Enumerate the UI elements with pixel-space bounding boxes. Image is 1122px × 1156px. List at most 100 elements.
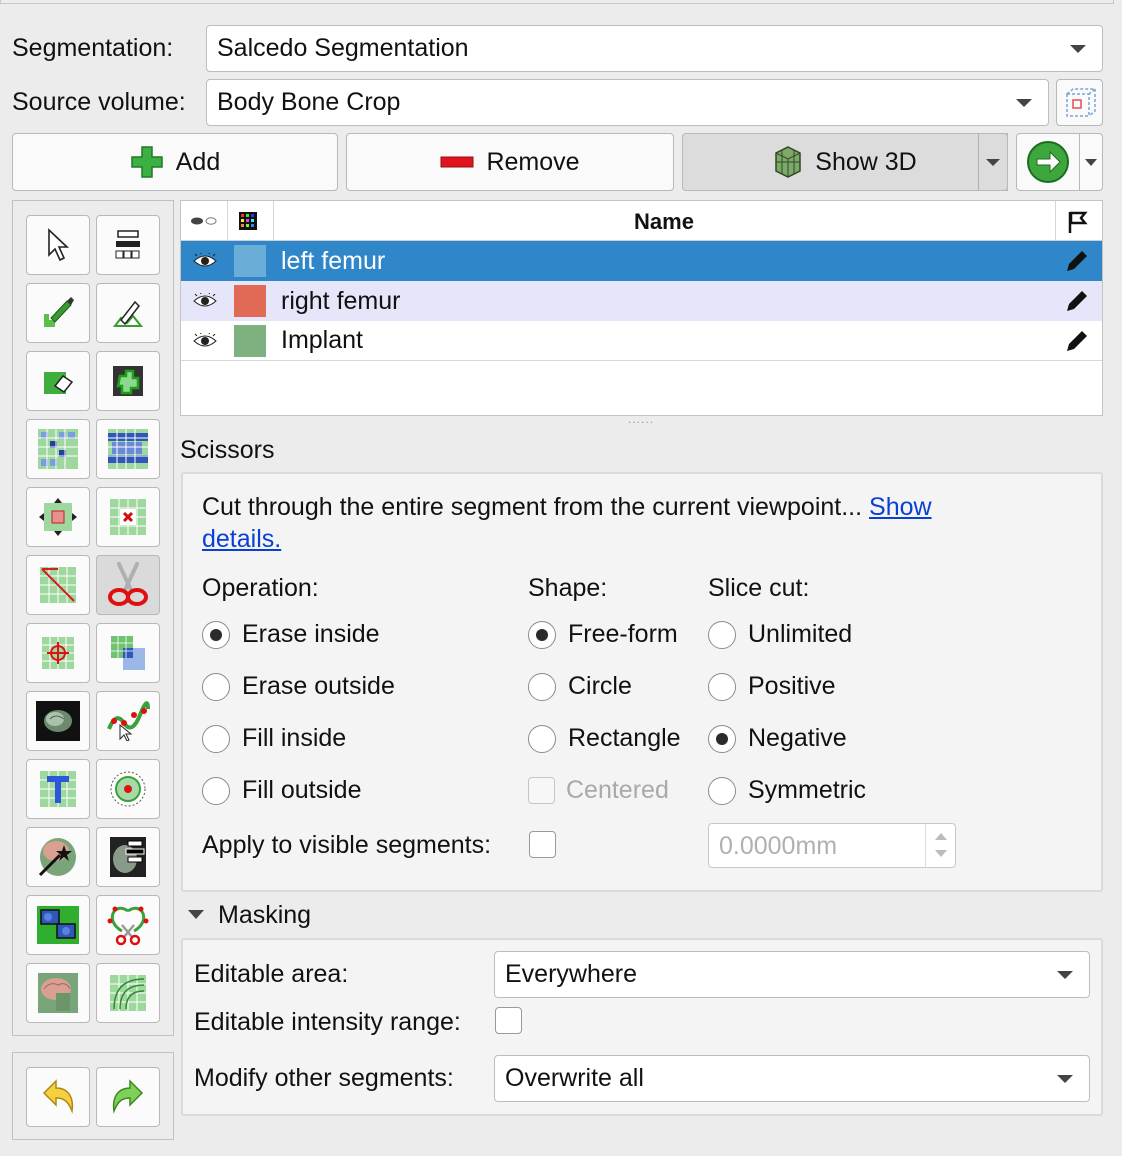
masking-title[interactable]: Masking — [218, 901, 311, 930]
threshold-icon — [115, 230, 140, 259]
visibility-eye-icon[interactable] — [189, 215, 219, 227]
thickness-value: 0.0000mm — [719, 832, 838, 860]
collapse-triangle-icon[interactable] — [188, 910, 204, 919]
segment-color-swatch[interactable] — [234, 324, 266, 357]
tool-none-button[interactable] — [26, 215, 90, 275]
chevron-down-icon[interactable] — [935, 850, 947, 857]
show-details-link[interactable]: Show — [869, 493, 932, 521]
modify-other-selector[interactable]: Overwrite all — [494, 1055, 1090, 1102]
positive-radio[interactable] — [708, 673, 736, 701]
segmentation-label: Segmentation: — [12, 34, 174, 62]
show-3d-menu-button[interactable] — [978, 133, 1008, 191]
splitter-handle[interactable]: ...... — [628, 412, 654, 426]
segmentation-selector[interactable]: Salcedo Segmentation — [206, 25, 1103, 72]
circle-radio[interactable] — [528, 673, 556, 701]
fill-outside-radio[interactable] — [202, 777, 230, 805]
source-volume-selector[interactable]: Body Bone Crop — [206, 79, 1049, 126]
shape-label: Shape: — [528, 574, 608, 602]
curve-path-icon — [107, 701, 150, 741]
target-dot-icon — [110, 771, 146, 807]
tool-logical-operators-button[interactable] — [96, 623, 160, 683]
erase-inside-radio[interactable] — [202, 621, 230, 649]
undo-arrow-icon — [42, 1079, 74, 1114]
undo-button[interactable] — [26, 1067, 90, 1127]
tool-scissors-button[interactable] — [96, 555, 160, 615]
segment-name[interactable]: right femur — [281, 287, 400, 316]
editable-area-selector[interactable]: Everywhere — [494, 951, 1090, 998]
tool-erase-button[interactable] — [26, 351, 90, 411]
source-geometry-button[interactable] — [1056, 79, 1103, 126]
tool-split-volume-button[interactable] — [26, 895, 90, 955]
table-row[interactable]: right femur — [181, 281, 1102, 321]
tool-paint-button[interactable] — [26, 283, 90, 343]
apply-visible-checkbox[interactable] — [529, 831, 556, 858]
effect-title: Scissors — [180, 436, 275, 464]
tool-hollow-button[interactable] — [96, 487, 160, 547]
tool-level-tracing-button[interactable] — [96, 351, 160, 411]
fill-inside-radio[interactable] — [202, 725, 230, 753]
tool-fast-marching-button[interactable] — [26, 827, 90, 887]
tool-wrap-solidify-button[interactable] — [96, 895, 160, 955]
tool-local-threshold-button[interactable] — [96, 759, 160, 819]
table-row[interactable]: left femur — [181, 241, 1102, 281]
segment-name[interactable]: Implant — [281, 326, 363, 355]
tool-grow-from-seeds-button[interactable] — [26, 419, 90, 479]
eye-icon[interactable] — [193, 332, 217, 349]
add-segment-button[interactable]: Add — [12, 133, 338, 191]
eye-icon[interactable] — [193, 253, 217, 269]
tool-fill-between-slices-button[interactable] — [96, 419, 160, 479]
hollow-icon — [110, 499, 146, 535]
segment-name[interactable]: left femur — [281, 247, 385, 276]
editable-area-label: Editable area: — [194, 960, 349, 988]
modify-other-label: Modify other segments: — [194, 1064, 454, 1092]
spin-arrows[interactable] — [925, 824, 955, 867]
positive-label: Positive — [748, 672, 836, 700]
color-grid-icon[interactable] — [239, 212, 257, 230]
tool-margin-button[interactable] — [26, 487, 90, 547]
tool-draw-button[interactable] — [96, 283, 160, 343]
chevron-up-icon[interactable] — [935, 833, 947, 840]
table-row[interactable]: Implant — [181, 321, 1102, 361]
negative-radio[interactable] — [708, 725, 736, 753]
show-details-link-continued[interactable]: details. — [202, 525, 281, 554]
table-header: Name — [181, 201, 1102, 241]
redo-button[interactable] — [96, 1067, 160, 1127]
tool-watershed-button[interactable] — [96, 827, 160, 887]
tool-draw-tube-button[interactable] — [96, 691, 160, 751]
rectangle-radio[interactable] — [528, 725, 556, 753]
modify-other-value: Overwrite all — [505, 1064, 644, 1092]
tool-engrave-button[interactable] — [26, 963, 90, 1023]
tool-surface-cut-button[interactable] — [26, 759, 90, 819]
name-column-header[interactable]: Name — [273, 209, 1055, 235]
segment-color-swatch[interactable] — [234, 245, 266, 277]
centered-label: Centered — [566, 776, 669, 804]
fill-outside-label: Fill outside — [242, 776, 362, 804]
pencil-edit-icon[interactable] — [1064, 328, 1090, 354]
grid-fill-icon — [108, 429, 148, 469]
segment-operations-button[interactable] — [1016, 133, 1080, 191]
pencil-edit-icon[interactable] — [1064, 248, 1090, 274]
tool-islands-button[interactable] — [26, 623, 90, 683]
brain-wand-icon — [38, 838, 76, 877]
erase-outside-radio[interactable] — [202, 673, 230, 701]
tool-threshold-button[interactable] — [96, 215, 160, 275]
remove-segment-button[interactable]: Remove — [346, 133, 674, 191]
tool-smoothing-button[interactable] — [26, 555, 90, 615]
centered-checkbox[interactable] — [528, 777, 555, 804]
segment-operations-menu-button[interactable] — [1080, 133, 1103, 191]
segment-color-swatch[interactable] — [234, 285, 266, 317]
flag-icon[interactable] — [1067, 210, 1089, 234]
eye-icon[interactable] — [193, 293, 217, 309]
slice-thickness-spinbox[interactable]: 0.0000mm — [708, 823, 956, 868]
pencil-edit-icon[interactable] — [1064, 288, 1090, 314]
intensity-range-checkbox[interactable] — [495, 1007, 522, 1034]
tool-curved-planar-button[interactable] — [96, 963, 160, 1023]
unlimited-radio[interactable] — [708, 621, 736, 649]
brain-slice-icon — [36, 701, 80, 741]
free-form-radio[interactable] — [528, 621, 556, 649]
symmetric-radio[interactable] — [708, 777, 736, 805]
description-text: Cut through the entire segment from the … — [202, 493, 863, 521]
tool-mask-volume-button[interactable] — [26, 691, 90, 751]
chevron-down-icon — [1085, 158, 1097, 166]
show-3d-button[interactable]: Show 3D — [682, 133, 1008, 191]
